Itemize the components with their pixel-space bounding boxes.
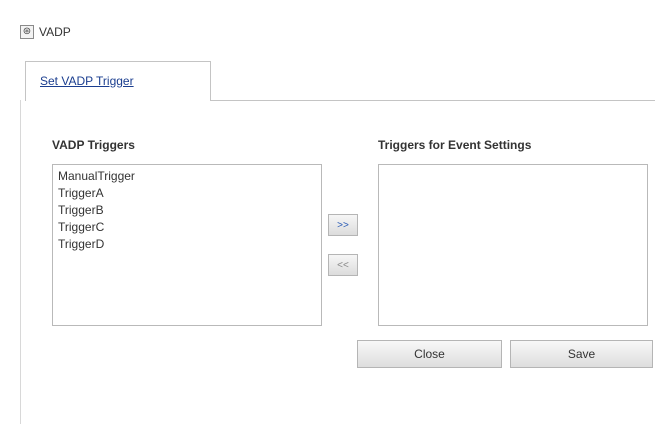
vadp-triggers-label: VADP Triggers [52,138,135,152]
event-triggers-list[interactable] [378,164,648,326]
list-item[interactable]: TriggerD [58,236,316,253]
save-button[interactable]: Save [510,340,653,368]
tab-set-vadp-trigger-label[interactable]: Set VADP Trigger [40,74,134,88]
tab-set-vadp-trigger[interactable]: Set VADP Trigger [25,61,211,101]
vadp-triggers-list[interactable]: ManualTrigger TriggerA TriggerB TriggerC… [52,164,322,326]
page-title: VADP [39,25,71,39]
list-item[interactable]: TriggerB [58,202,316,219]
add-trigger-button[interactable]: >> [328,214,358,236]
list-item[interactable]: TriggerA [58,185,316,202]
close-button[interactable]: Close [357,340,502,368]
remove-trigger-button[interactable]: << [328,254,358,276]
settings-icon[interactable]: ⊛ [20,25,34,39]
event-triggers-label: Triggers for Event Settings [378,138,532,152]
list-item[interactable]: ManualTrigger [58,168,316,185]
page-header: ⊛ VADP [20,24,71,40]
vadp-page: ⊛ VADP Set VADP Trigger VADP Triggers Ma… [0,0,655,424]
list-item[interactable]: TriggerC [58,219,316,236]
